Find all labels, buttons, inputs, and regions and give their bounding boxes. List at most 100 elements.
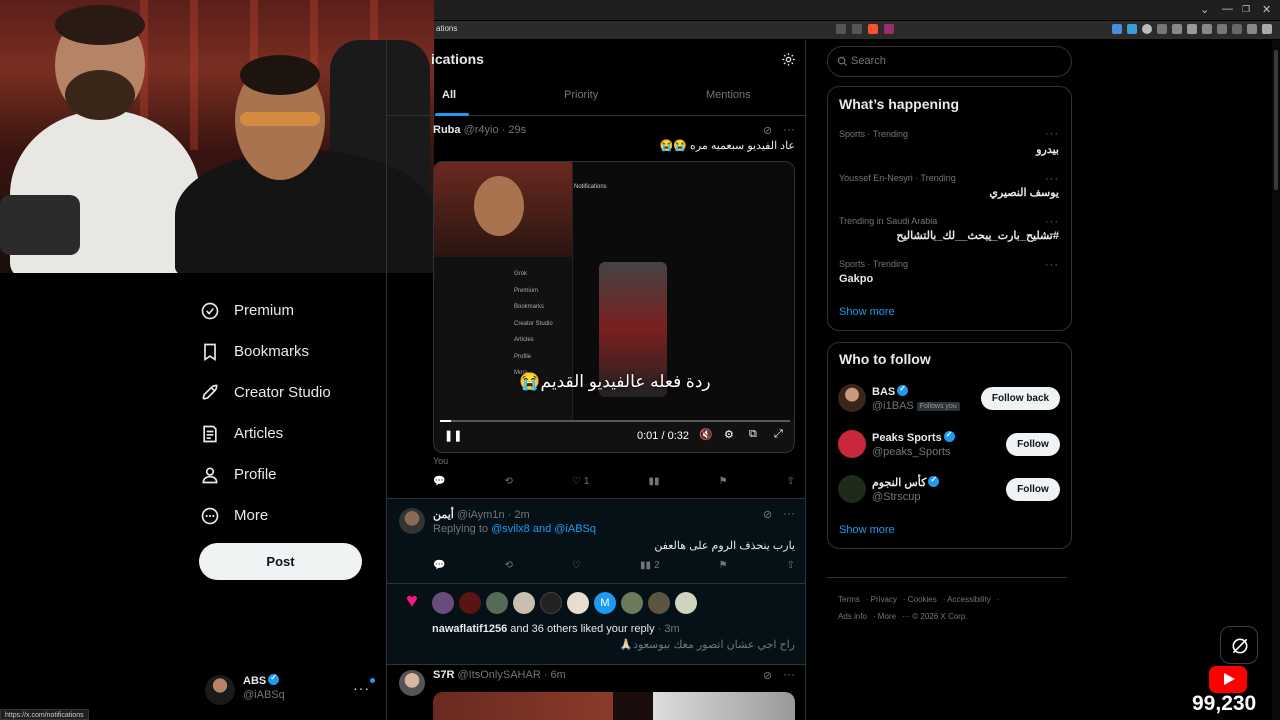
extension-icon[interactable] <box>1127 24 1137 34</box>
views-icon[interactable]: ▮▮ <box>649 476 660 487</box>
more-dots-icon[interactable]: ··· <box>353 680 370 696</box>
retweet-icon[interactable]: ⟲ <box>505 560 513 571</box>
user-handle[interactable]: @peaks_Sports <box>872 446 950 458</box>
video-player[interactable]: Notifications Grok Premium Bookmarks Creato… <box>433 161 795 453</box>
liker-name[interactable]: nawaflatif1256 <box>432 623 507 635</box>
like-button[interactable]: ♡ 1 <box>572 476 590 487</box>
more-dots-icon[interactable]: ··· <box>1045 128 1059 140</box>
user-name[interactable]: BAS <box>872 386 895 398</box>
tweet-author-handle[interactable]: @r4yio <box>464 124 499 136</box>
user-name[interactable]: Peaks Sports <box>872 432 942 444</box>
sidebar-item-premium[interactable]: Premium <box>200 290 386 331</box>
replying-to-link[interactable]: @svilx8 and @iABSq <box>491 523 596 535</box>
zoom-icon[interactable] <box>836 24 846 34</box>
video-progress-track[interactable] <box>440 420 790 422</box>
tweet-media[interactable] <box>433 692 795 720</box>
show-more-link[interactable]: Show more <box>839 306 895 318</box>
follow-back-button[interactable]: Follow back <box>981 387 1060 410</box>
avatar[interactable] <box>486 592 508 614</box>
sidebar-icon[interactable] <box>1187 24 1197 34</box>
scrollbar-thumb[interactable] <box>1274 50 1278 190</box>
tweet-author-name[interactable]: أيمن <box>433 509 454 521</box>
avatar[interactable] <box>399 670 425 696</box>
footer-link[interactable]: Privacy <box>871 595 897 604</box>
user-name[interactable]: كأس النجوم <box>872 477 926 489</box>
heart-icon[interactable]: ♡ <box>572 560 581 571</box>
avatar[interactable] <box>432 592 454 614</box>
tweet-time[interactable]: · 29s <box>502 124 526 136</box>
share-icon[interactable]: ⇧ <box>787 560 795 571</box>
tweet-author-name[interactable]: Ruba <box>433 124 461 136</box>
grok-button[interactable] <box>1220 626 1258 664</box>
vpn-icon[interactable] <box>1217 24 1227 34</box>
minimize-icon[interactable]: — <box>1222 3 1233 15</box>
tweet-time[interactable]: · 6m <box>544 669 566 681</box>
more-dots-icon[interactable]: ··· <box>783 506 795 520</box>
sidebar-item-bookmarks[interactable]: Bookmarks <box>200 331 386 372</box>
more-dots-icon[interactable]: ··· <box>1045 259 1059 271</box>
avatar[interactable] <box>675 592 697 614</box>
sidebar-item-more[interactable]: More <box>200 495 386 536</box>
footer-link[interactable]: Cookies <box>908 595 937 604</box>
footer-link[interactable]: More <box>878 612 896 621</box>
tweet-author-handle[interactable]: @iAym1n <box>457 509 505 521</box>
extension-icon[interactable] <box>1157 24 1167 34</box>
tweet-time[interactable]: · 2m <box>508 509 530 521</box>
follow-button[interactable]: Follow <box>1006 433 1060 456</box>
rewards-icon[interactable] <box>884 24 894 34</box>
search-input[interactable]: Search <box>827 46 1072 77</box>
tab-priority[interactable]: Priority <box>564 89 598 101</box>
menu-icon[interactable] <box>1262 24 1272 34</box>
tab-all[interactable]: All <box>442 89 456 101</box>
brave-shield-icon[interactable] <box>868 24 878 34</box>
grok-icon[interactable]: ⊘ <box>763 669 772 682</box>
sidebar-item-creator-studio[interactable]: Creator Studio <box>200 372 386 413</box>
footer-link[interactable]: Terms <box>838 595 860 604</box>
post-button[interactable]: Post <box>199 543 362 580</box>
close-icon[interactable]: ✕ <box>1262 3 1271 16</box>
retweet-icon[interactable]: ⟲ <box>505 476 513 487</box>
user-handle[interactable]: @Strscup <box>872 491 920 503</box>
mute-icon[interactable]: 🔇 <box>699 428 713 441</box>
avatar[interactable] <box>838 475 866 503</box>
footer-link[interactable]: Accessibility <box>947 595 991 604</box>
fullscreen-icon[interactable]: ⤢ <box>774 428 783 441</box>
extension-icon[interactable] <box>1112 24 1122 34</box>
sidebar-item-articles[interactable]: Articles <box>200 413 386 454</box>
chevron-down-icon[interactable]: ⌄ <box>1200 3 1209 16</box>
address-bar[interactable]: ations <box>434 21 1280 39</box>
avatar[interactable] <box>567 592 589 614</box>
maximize-icon[interactable]: ❐ <box>1242 4 1250 15</box>
tweet-author-name[interactable]: S7R <box>433 669 454 681</box>
grok-icon[interactable]: ⊘ <box>763 508 772 521</box>
leo-icon[interactable] <box>1232 24 1242 34</box>
more-dots-icon[interactable]: ··· <box>1045 216 1059 228</box>
more-dots-icon[interactable]: ··· <box>783 667 795 681</box>
pip-icon[interactable]: ⧉ <box>749 428 757 441</box>
scrollbar[interactable] <box>1272 40 1280 720</box>
avatar[interactable]: M <box>594 592 616 614</box>
footer-link[interactable]: Ads info <box>838 612 867 621</box>
shield-icon[interactable] <box>1247 24 1257 34</box>
show-more-link[interactable]: Show more <box>839 524 895 536</box>
bookmark-icon[interactable]: ⚑ <box>719 560 728 571</box>
avatar[interactable] <box>513 592 535 614</box>
user-handle[interactable]: @i1BAS <box>872 400 914 412</box>
views-button[interactable]: ▮▮ 2 <box>640 560 660 571</box>
bookmark-icon[interactable]: ⚑ <box>719 476 728 487</box>
share-icon[interactable]: ⇧ <box>787 476 795 487</box>
avatar[interactable] <box>621 592 643 614</box>
avatar[interactable] <box>459 592 481 614</box>
avatar[interactable] <box>399 508 425 534</box>
avatar[interactable] <box>838 430 866 458</box>
tab-mentions[interactable]: Mentions <box>706 89 751 101</box>
reply-icon[interactable]: 💬 <box>433 476 445 487</box>
more-dots-icon[interactable]: ··· <box>783 122 795 136</box>
avatar[interactable] <box>838 384 866 412</box>
extension-icon[interactable] <box>1172 24 1182 34</box>
sidebar-item-profile[interactable]: Profile <box>200 454 386 495</box>
extension-icon[interactable] <box>1142 24 1152 34</box>
pause-icon[interactable]: ❚❚ <box>444 429 462 442</box>
settings-icon[interactable]: ⚙ <box>724 428 734 441</box>
account-switcher[interactable]: ABS @iABSq ··· <box>205 672 380 708</box>
